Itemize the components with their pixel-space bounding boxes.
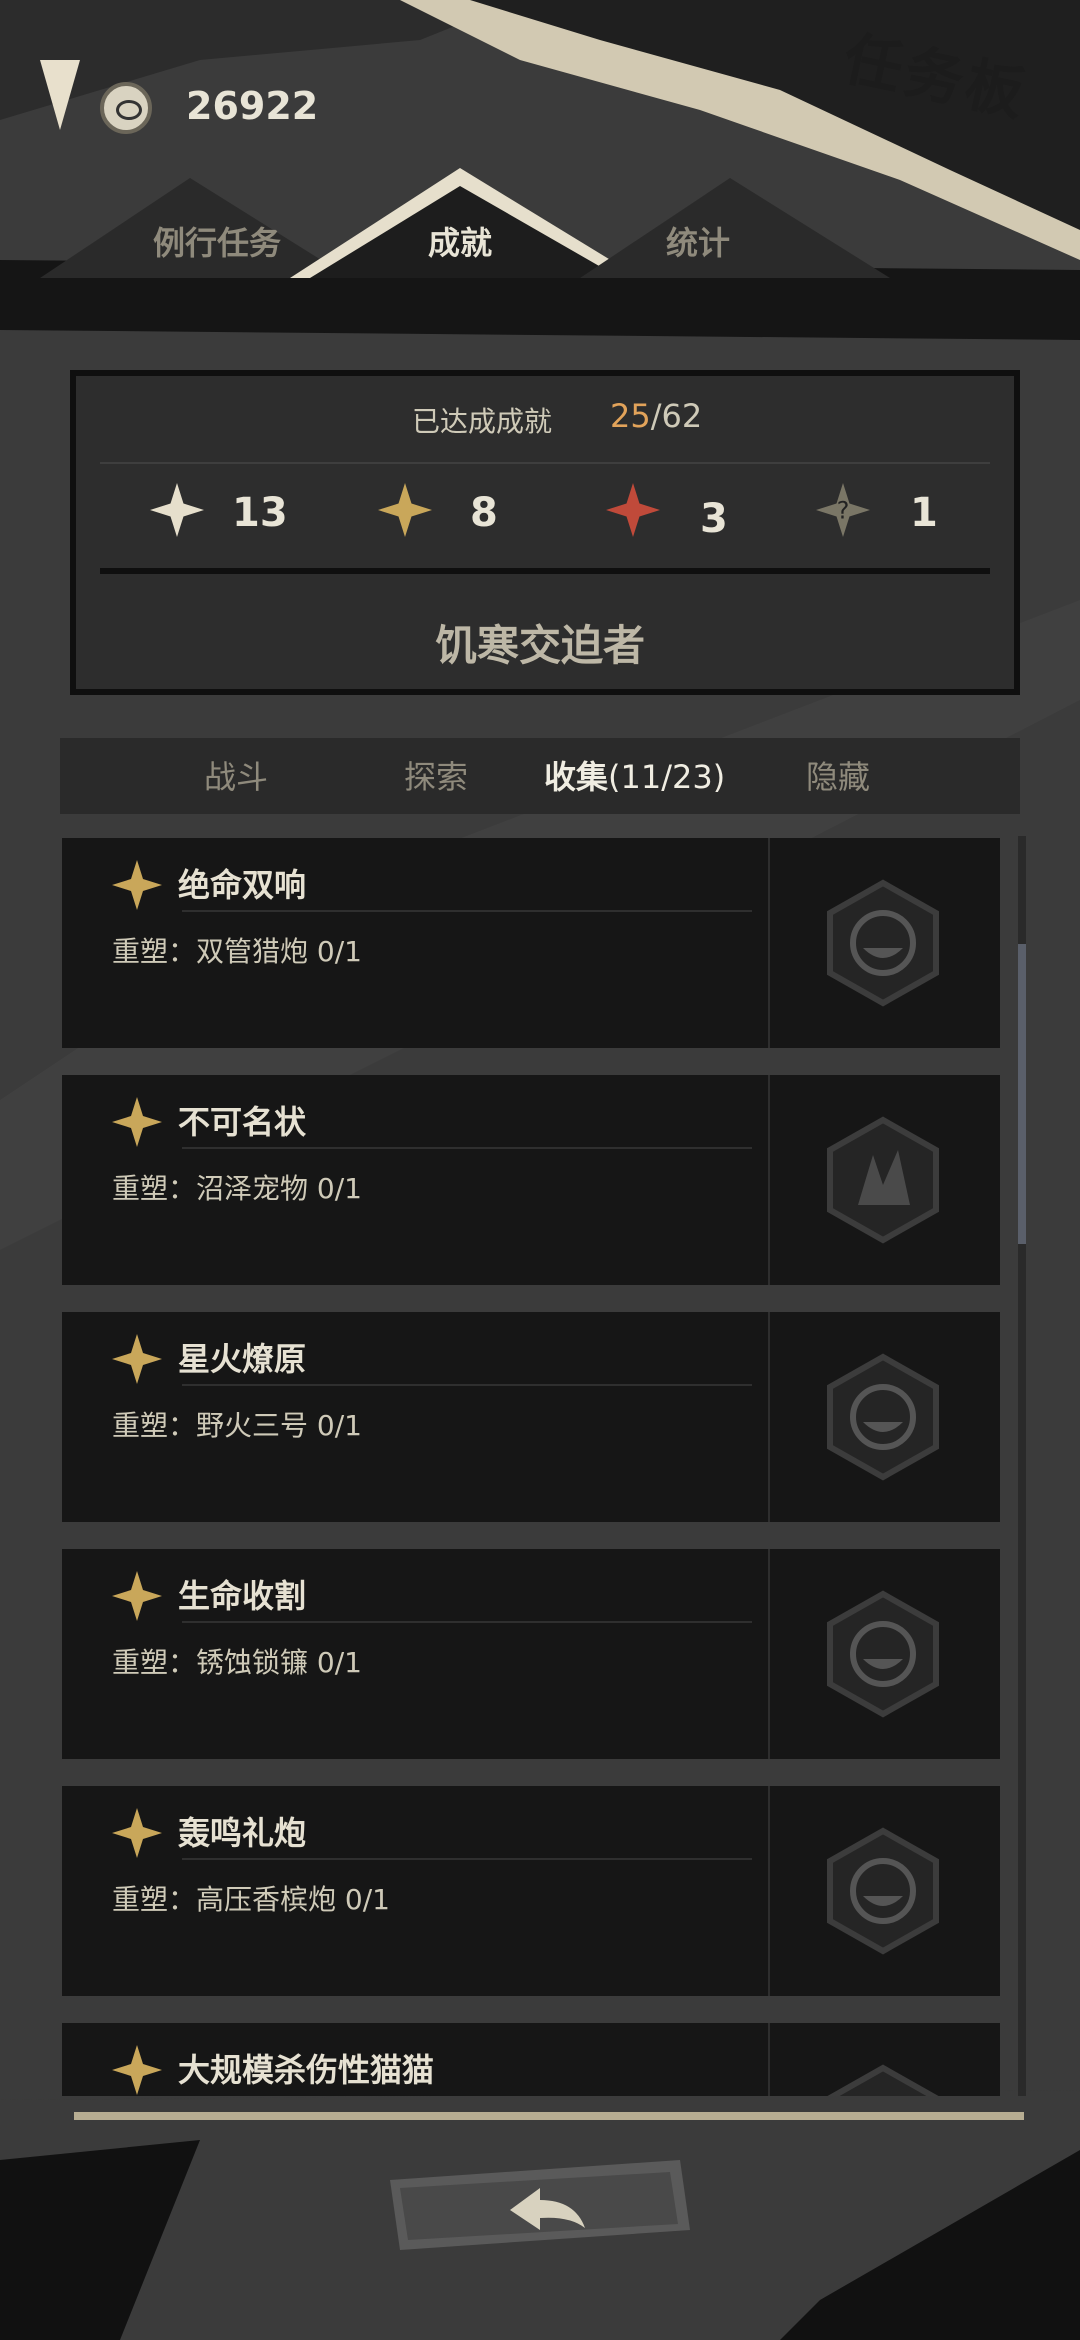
tab-achievements[interactable]: 成就	[428, 218, 492, 264]
card-underline	[182, 1147, 752, 1149]
card-divider	[768, 1549, 770, 1759]
achievement-name: 不可名状	[178, 1103, 307, 1141]
card-divider	[768, 1075, 770, 1285]
gold-star-icon	[112, 860, 162, 910]
list-bottom-border	[74, 2112, 1024, 2120]
red-star-count: 3	[700, 496, 728, 542]
tab-statistics[interactable]: 统计	[666, 218, 730, 264]
cannon-badge-icon	[827, 879, 939, 1007]
gold-star-icon	[378, 483, 432, 537]
card-underline	[182, 910, 752, 912]
back-button[interactable]	[390, 2150, 690, 2260]
currency-value: 26922	[186, 84, 319, 128]
card-divider	[768, 2023, 770, 2096]
gold-star-icon	[112, 2045, 162, 2095]
achievement-card[interactable]: 大规模杀伤性猫猫	[62, 2023, 1000, 2096]
achievement-name: 大规模杀伤性猫猫	[178, 2051, 435, 2089]
cannon-badge-icon	[827, 1353, 939, 1481]
achievement-requirement: 重塑：双管猎炮 0/1	[112, 935, 362, 968]
achievement-card[interactable]: 星火燎原 重塑：野火三号 0/1	[62, 1312, 1000, 1522]
category-tab-explore[interactable]: 探索	[404, 752, 468, 798]
rank-title: 饥寒交迫者	[434, 621, 645, 670]
achievement-name: 绝命双响	[178, 866, 307, 904]
achievement-requirement: 重塑：野火三号 0/1	[112, 1409, 362, 1442]
gold-star-count: 8	[470, 490, 498, 536]
gold-star-icon	[112, 1571, 162, 1621]
achievement-requirement: 重塑：锈蚀锁镰 0/1	[112, 1646, 362, 1679]
white-star-count: 13	[232, 490, 288, 536]
card-divider	[768, 838, 770, 1048]
panel-divider-bottom	[100, 568, 990, 574]
hidden-star-icon: ?	[816, 483, 870, 537]
panel-divider	[100, 462, 990, 464]
category-tab-hidden[interactable]: 隐藏	[806, 752, 870, 798]
category-collect-label: 收集	[544, 758, 609, 796]
list-scroll-thumb[interactable]	[1018, 944, 1026, 1244]
achievement-card[interactable]: 生命收割 重塑：锈蚀锁镰 0/1	[62, 1549, 1000, 1759]
gold-star-icon	[112, 1334, 162, 1384]
creature-badge-icon	[827, 1116, 939, 1244]
gold-star-icon	[112, 1097, 162, 1147]
achievement-requirement: 重塑：沼泽宠物 0/1	[112, 1172, 362, 1205]
achieved-total: /62	[650, 397, 703, 435]
achievement-name: 星火燎原	[178, 1340, 307, 1378]
achievement-card[interactable]: 轰鸣礼炮 重塑：高压香槟炮 0/1	[62, 1786, 1000, 1996]
achievement-card[interactable]: 不可名状 重塑：沼泽宠物 0/1	[62, 1075, 1000, 1285]
card-divider	[768, 1312, 770, 1522]
gold-star-icon	[112, 1808, 162, 1858]
card-underline	[182, 1621, 752, 1623]
category-tab-collect[interactable]: 收集(11/23)	[544, 752, 725, 798]
coin-icon	[100, 82, 152, 134]
cannon-badge-icon	[827, 1590, 939, 1718]
tab-routine-tasks[interactable]: 例行任务	[153, 218, 281, 264]
achieved-count: 25/62	[610, 397, 702, 435]
achieved-label: 已达成成就	[412, 405, 553, 438]
category-collect-count: (11/23)	[608, 758, 726, 796]
cannon-badge-icon	[827, 2064, 939, 2096]
category-tab-combat[interactable]: 战斗	[204, 752, 268, 798]
red-star-icon	[606, 483, 660, 537]
achievement-requirement: 重塑：高压香槟炮 0/1	[112, 1883, 390, 1916]
achieved-value: 25	[610, 397, 651, 435]
achievement-card[interactable]: 绝命双响 重塑：双管猎炮 0/1	[62, 838, 1000, 1048]
card-divider	[768, 1786, 770, 1996]
card-underline	[182, 1384, 752, 1386]
hidden-star-count: 1	[910, 490, 938, 536]
white-star-icon	[150, 483, 204, 537]
card-underline	[182, 1858, 752, 1860]
cannon-badge-icon	[827, 1827, 939, 1955]
achievement-name: 轰鸣礼炮	[178, 1814, 307, 1852]
svg-text:?: ?	[837, 497, 850, 525]
achievement-list[interactable]: 绝命双响 重塑：双管猎炮 0/1 不可名状 重塑：沼泽宠物 0/1 星火燎原 重…	[62, 838, 1000, 2096]
achievement-name: 生命收割	[178, 1577, 307, 1615]
